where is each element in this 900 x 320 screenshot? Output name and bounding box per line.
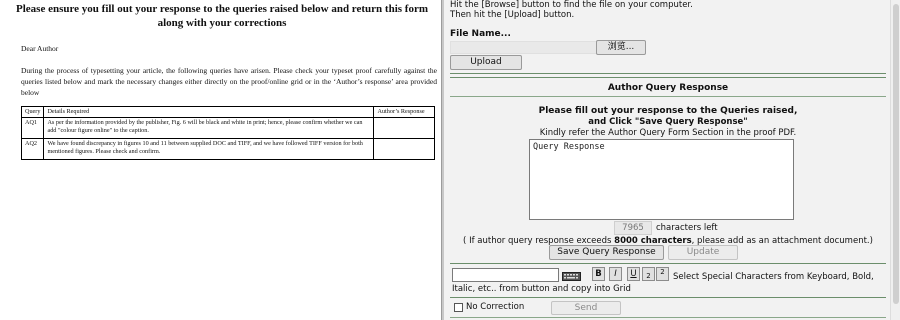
header-details: Details Required (43, 106, 375, 118)
divider-line (450, 73, 886, 74)
query-form-document: Please ensure you fill out your response… (0, 0, 441, 320)
author-response-cell (373, 117, 435, 139)
upload-button[interactable]: Upload (450, 55, 522, 70)
no-correction-label: No Correction (466, 302, 525, 312)
divider-line (450, 96, 886, 97)
file-name-label: File Name... (450, 29, 511, 39)
query-response-textarea[interactable]: Query Response (529, 139, 794, 220)
query-response-panel: Hit the [Browse] button to find the file… (444, 0, 890, 320)
no-correction-checkbox[interactable] (454, 303, 463, 312)
author-response-cell (373, 138, 435, 160)
response-prompt: and Click "Save Query Response" (588, 117, 748, 127)
italic-button[interactable]: I (609, 267, 622, 281)
queries-table: Query Details Required Author’s Response… (20, 106, 435, 160)
table-row: AQ2 We have found discrepancy in figures… (20, 138, 435, 160)
query-details: We have found discrepancy in figures 10 … (43, 138, 375, 160)
special-characters-input[interactable] (452, 268, 559, 282)
response-prompt: Please fill out your response to the Que… (538, 106, 798, 116)
special-characters-help: Italic, etc.. from button and copy into … (452, 284, 631, 294)
superscript-button[interactable]: 2 (656, 267, 669, 281)
characters-left-count: 7965 (614, 221, 652, 235)
keyboard-icon[interactable] (562, 272, 581, 281)
query-id: AQ1 (20, 117, 45, 139)
browse-button[interactable]: 浏览... (596, 40, 646, 55)
query-id: AQ2 (20, 138, 45, 160)
instruction-line: Hit the [Browse] button to find the file… (450, 0, 693, 10)
subscript-button[interactable]: 2 (642, 267, 655, 281)
header-response: Author’s Response (373, 106, 435, 118)
update-button[interactable]: Update (668, 245, 738, 260)
form-heading: Please ensure you fill out your response… (16, 3, 428, 29)
divider-line (450, 297, 886, 298)
divider-line (450, 77, 886, 78)
query-details: As per the information provided by the p… (43, 117, 375, 139)
send-button[interactable]: Send (551, 301, 621, 315)
intro-paragraph: During the process of typesetting your a… (21, 66, 437, 97)
scrollbar-thumb[interactable] (893, 4, 899, 304)
divider-line (450, 263, 886, 264)
underline-button[interactable]: U (627, 267, 640, 281)
bold-button[interactable]: B (592, 267, 605, 281)
characters-left-label: characters left (656, 223, 718, 233)
instruction-line: Then hit the [Upload] button. (450, 10, 575, 20)
table-row: AQ1 As per the information provided by t… (20, 117, 435, 139)
file-path-field[interactable] (450, 41, 600, 54)
salutation: Dear Author (21, 44, 59, 53)
upload-instructions: Hit the [Browse] button to find the file… (450, 0, 693, 20)
vertical-scrollbar[interactable] (890, 0, 900, 320)
special-characters-help: Select Special Characters from Keyboard,… (673, 272, 874, 282)
table-header-row: Query Details Required Author’s Response (20, 106, 435, 118)
save-query-response-button[interactable]: Save Query Response (549, 245, 664, 260)
divider-line (450, 317, 886, 318)
reference-note: Kindly refer the Author Query Form Secti… (539, 128, 797, 138)
section-title: Author Query Response (607, 83, 729, 93)
header-query: Query (20, 106, 45, 118)
